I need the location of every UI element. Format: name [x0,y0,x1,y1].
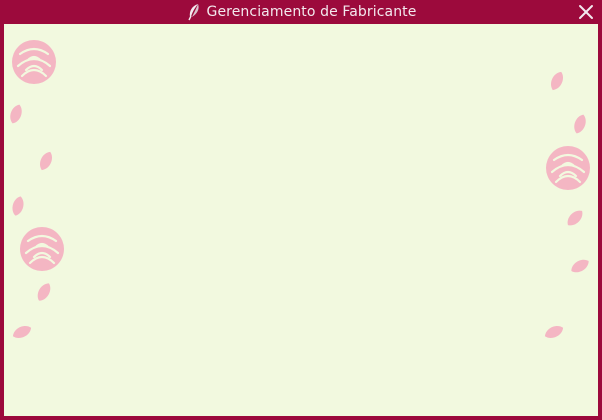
petal-icon [7,102,25,126]
rose-icon [18,225,66,273]
close-icon [579,5,593,19]
petal-icon [548,69,566,93]
petal-icon [10,323,34,341]
rose-icon [544,144,592,192]
close-button[interactable] [576,2,596,22]
rose-icon [10,38,58,86]
petal-icon [568,256,592,276]
title-bar[interactable]: Gerenciamento de Fabricante [0,0,602,24]
title-group: Gerenciamento de Fabricante [0,0,602,24]
petal-icon [542,323,566,341]
quill-feather-icon [187,4,199,21]
petal-icon [564,207,586,229]
petal-icon [10,194,26,218]
decoration-layer [7,38,592,341]
content-area [4,24,598,416]
manufacturer-management-window: Gerenciamento de Fabricante [0,0,602,420]
petal-icon [34,280,54,304]
petal-icon [571,112,589,136]
window-title: Gerenciamento de Fabricante [206,4,417,20]
petal-icon [37,149,55,173]
